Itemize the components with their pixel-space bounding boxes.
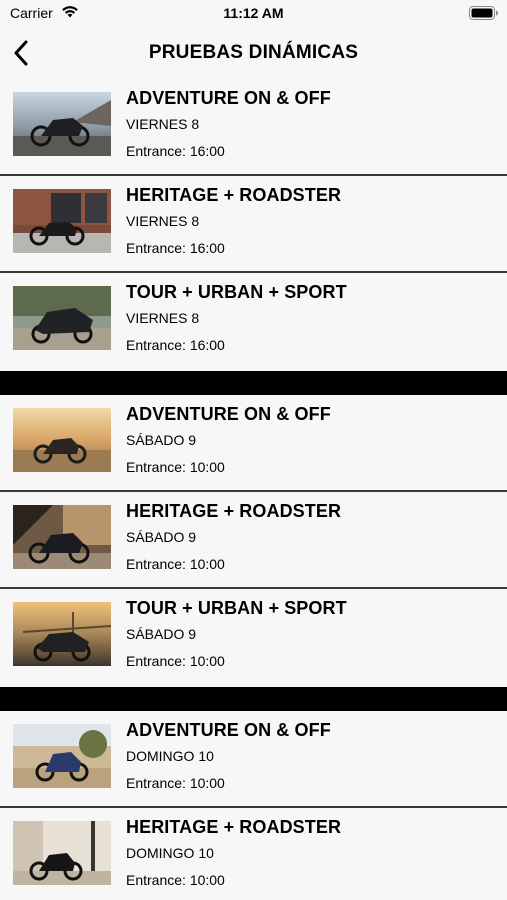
clock: 11:12 AM: [223, 5, 284, 21]
row-title: ADVENTURE ON & OFF: [126, 88, 331, 108]
motorcycle-thumbnail: [13, 189, 111, 253]
row-entrance: Entrance: 10:00: [126, 459, 225, 475]
motorcycle-thumbnail: [13, 408, 111, 472]
row-entrance: Entrance: 16:00: [126, 240, 225, 256]
row-title: TOUR + URBAN + SPORT: [126, 282, 347, 302]
row-entrance: Entrance: 10:00: [126, 775, 225, 791]
row-day: VIERNES 8: [126, 310, 200, 326]
section-divider: [0, 687, 507, 711]
row-title: HERITAGE + ROADSTER: [126, 501, 342, 521]
row-title: ADVENTURE ON & OFF: [126, 720, 331, 740]
navigation-bar: PRUEBAS DINÁMICAS: [0, 30, 507, 78]
row-day: SÁBADO 9: [126, 432, 197, 448]
row-title: HERITAGE + ROADSTER: [126, 185, 342, 205]
row-day: VIERNES 8: [126, 116, 200, 132]
row-day: DOMINGO 10: [126, 845, 214, 861]
row-day: VIERNES 8: [126, 213, 200, 229]
row-day: SÁBADO 9: [126, 529, 197, 545]
row-day: SÁBADO 9: [126, 626, 197, 642]
row-title: HERITAGE + ROADSTER: [126, 817, 342, 837]
row-entrance: Entrance: 16:00: [126, 337, 225, 353]
list-item[interactable]: ADVENTURE ON & OFF VIERNES 8 Entrance: 1…: [0, 79, 507, 176]
motorcycle-thumbnail: [13, 602, 111, 666]
status-bar: Carrier 11:12 AM: [0, 0, 507, 30]
list-item[interactable]: HERITAGE + ROADSTER VIERNES 8 Entrance: …: [0, 176, 507, 273]
list-item[interactable]: TOUR + URBAN + SPORT SÁBADO 9 Entrance: …: [0, 589, 507, 687]
row-day: DOMINGO 10: [126, 748, 214, 764]
motorcycle-thumbnail: [13, 505, 111, 569]
list-item[interactable]: HERITAGE + ROADSTER DOMINGO 10 Entrance:…: [0, 808, 507, 900]
section-divider: [0, 371, 507, 395]
battery-icon: [469, 6, 499, 25]
list-item[interactable]: ADVENTURE ON & OFF SÁBADO 9 Entrance: 10…: [0, 395, 507, 492]
motorcycle-thumbnail: [13, 92, 111, 156]
row-entrance: Entrance: 16:00: [126, 143, 225, 159]
motorcycle-thumbnail: [13, 724, 111, 788]
list-item[interactable]: HERITAGE + ROADSTER SÁBADO 9 Entrance: 1…: [0, 492, 507, 589]
row-title: TOUR + URBAN + SPORT: [126, 598, 347, 618]
event-list: ADVENTURE ON & OFF VIERNES 8 Entrance: 1…: [0, 79, 507, 900]
motorcycle-thumbnail: [13, 821, 111, 885]
row-entrance: Entrance: 10:00: [126, 556, 225, 572]
row-entrance: Entrance: 10:00: [126, 653, 225, 669]
row-entrance: Entrance: 10:00: [126, 872, 225, 888]
motorcycle-thumbnail: [13, 286, 111, 350]
row-title: ADVENTURE ON & OFF: [126, 404, 331, 424]
list-item[interactable]: TOUR + URBAN + SPORT VIERNES 8 Entrance:…: [0, 273, 507, 371]
page-title: PRUEBAS DINÁMICAS: [148, 42, 359, 63]
list-item[interactable]: ADVENTURE ON & OFF DOMINGO 10 Entrance: …: [0, 711, 507, 808]
